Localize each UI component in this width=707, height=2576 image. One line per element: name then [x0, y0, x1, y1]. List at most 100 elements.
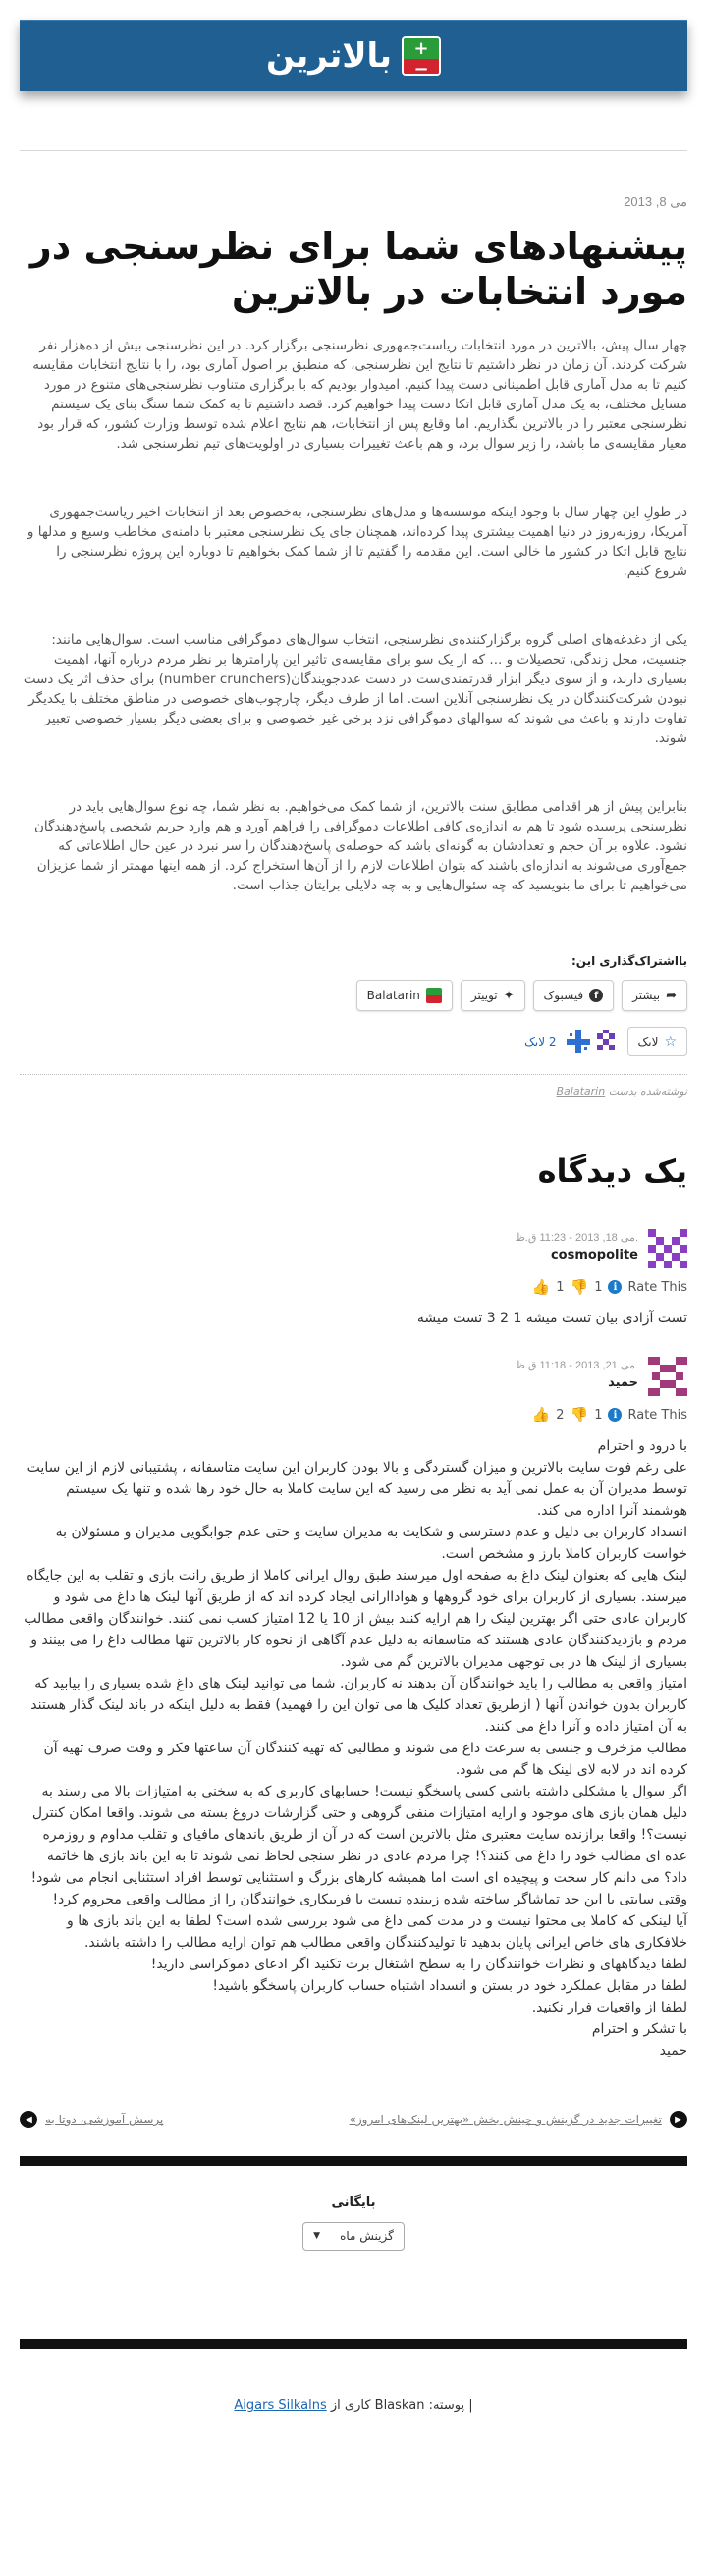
- post-paragraph: چهار سال پیش، بالاترین در مورد انتخابات …: [32, 338, 687, 452]
- comment-line: لینک هایی که بعنوان لینک داغ به صفحه اول…: [24, 1568, 687, 1670]
- comment-line: لطفا در مقابل عملکرد خود در بستن و انسدا…: [212, 1978, 687, 1994]
- page: بالاترین + − می 8, 2013 پیشنهادهای شما ب…: [0, 0, 707, 2442]
- comment-rating: 👍 1 👎 1 i Rate This: [20, 1278, 687, 1296]
- archive-title: بایگانی: [331, 2195, 376, 2210]
- share-twitter-button[interactable]: ✦ توییتر: [460, 980, 525, 1011]
- liker-avatar[interactable]: [566, 1030, 590, 1053]
- comment-line: لطفا دیدگاههای و نظرات خوانندگان را به س…: [150, 1957, 687, 1972]
- arrow-left-icon: ◀: [20, 2111, 37, 2128]
- comment: می 21, 2013 - 11:18 ق.ظ. حمید 👍 2 👎 1 i …: [20, 1357, 687, 2062]
- comment-meta: می 21, 2013 - 11:18 ق.ظ. حمید: [516, 1357, 638, 1390]
- like-button[interactable]: ☆ لایک: [626, 1027, 687, 1056]
- comment-header: می 18, 2013 - 11:23 ق.ظ. cosmopolite: [20, 1229, 687, 1268]
- header-wrap: بالاترین + −: [0, 0, 707, 91]
- archive-select-value: گزینش ماه: [340, 2229, 394, 2243]
- prev-post-link[interactable]: تغییرات جدید در گزینش و چینش بخش «بهترین…: [350, 2113, 662, 2126]
- chevron-down-icon: ▼: [313, 2231, 321, 2241]
- site-logo-icon[interactable]: + −: [402, 36, 442, 76]
- comment-line: تست آزادی بیان تست میشه 1 2 3 تست میشه: [416, 1311, 687, 1326]
- footer-divider: [20, 2339, 687, 2349]
- share-balatarin-button[interactable]: Balatarin: [355, 980, 453, 1011]
- share-more-button[interactable]: ➦ بیشتر: [622, 980, 687, 1011]
- like-count[interactable]: 2 لایک: [524, 1035, 556, 1048]
- post-body: چهار سال پیش، بالاترین در مورد انتخابات …: [20, 336, 687, 895]
- share-balatarin-label: Balatarin: [366, 989, 420, 1002]
- comment-date[interactable]: می 18, 2013 - 11:23 ق.ظ.: [516, 1231, 638, 1244]
- footer-text: | پوسته: Blaskan کاری از: [330, 2398, 473, 2413]
- thumb-up-icon[interactable]: 👍: [532, 1278, 551, 1296]
- comment-body: با درود و احترام علی رغم فوت سایت بالاتر…: [20, 1435, 687, 2062]
- info-icon[interactable]: i: [608, 1408, 623, 1422]
- site-title[interactable]: بالاترین: [266, 36, 392, 76]
- share-buttons: ➦ بیشتر f فیسبوک ✦ توییتر Balatarin: [20, 980, 687, 1011]
- main-content: می 8, 2013 پیشنهادهای شما برای نظرسنجی د…: [0, 194, 707, 2128]
- site-branding[interactable]: بالاترین + −: [266, 36, 442, 76]
- commenter-avatar[interactable]: [648, 1229, 687, 1268]
- liker-avatar[interactable]: [593, 1030, 618, 1053]
- share-more-label: بیشتر: [632, 989, 661, 1002]
- comment-author: cosmopolite: [550, 1248, 638, 1262]
- share-twitter-label: توییتر: [470, 989, 498, 1002]
- archive-month-select[interactable]: گزینش ماه ▼: [302, 2222, 405, 2251]
- comments-title: یک دیدگاه: [537, 1153, 687, 1190]
- like-label: لایک: [637, 1035, 659, 1048]
- theme-author-link[interactable]: Aigars Silkalns: [234, 2398, 326, 2413]
- author-link[interactable]: Balatarin: [557, 1085, 606, 1098]
- comment-line: انسداد کاربران بی دلیل و عدم دسترسی و شک…: [55, 1525, 687, 1562]
- arrow-right-icon: ▶: [670, 2111, 687, 2128]
- balatarin-icon: [425, 988, 442, 1003]
- post-date[interactable]: می 8, 2013: [20, 194, 687, 210]
- post-navigation: ▶ تغییرات جدید در گزینش و چینش بخش «بهتر…: [20, 2111, 687, 2128]
- comment-body: تست آزادی بیان تست میشه 1 2 3 تست میشه: [20, 1308, 687, 1329]
- comment-line: حمید: [659, 2043, 687, 2059]
- comment-meta: می 18, 2013 - 11:23 ق.ظ. cosmopolite: [516, 1229, 638, 1262]
- post-paragraph: یکی از دغدغه‌های اصلی گروه برگزارکننده‌ی…: [23, 632, 687, 746]
- commenter-avatar[interactable]: [648, 1357, 687, 1396]
- share-facebook-button[interactable]: f فیسبوک: [532, 980, 615, 1011]
- rating-up-count: 1: [556, 1279, 565, 1295]
- prev-post[interactable]: ▶ تغییرات جدید در گزینش و چینش بخش «بهتر…: [350, 2111, 687, 2128]
- footer-divider: [20, 2156, 687, 2166]
- facebook-icon: f: [589, 989, 604, 1002]
- divider: [20, 1074, 687, 1075]
- post-title: پیشنهادهای شما برای نظرسنجی در مورد انتخ…: [29, 225, 687, 313]
- header-divider: [20, 150, 687, 151]
- comment-line: آیا لینکی که کاملا بی محتوا نیست و در مد…: [67, 1913, 687, 1951]
- comment-line: امتیاز واقعی به مطالب را باید خوانندگان …: [30, 1676, 687, 1735]
- share-label: بااشتراک‌گذاری این:: [571, 954, 687, 968]
- share-facebook-label: فیسبوک: [543, 989, 584, 1002]
- comment-line: لطفا از واقعیات فرار نکنید.: [531, 2000, 687, 2015]
- rating-up-count: 2: [556, 1407, 565, 1422]
- comment-line: مطالب مزخرف و جنسی به سرعت داغ می شوند و…: [43, 1741, 687, 1778]
- post-paragraph: در طولِ این چهار سال با وجود اینکه موسسه…: [27, 505, 687, 579]
- share-icon: ➦: [666, 988, 677, 1003]
- info-icon[interactable]: i: [608, 1280, 623, 1294]
- posted-by-prefix: نوشته‌شده بدست: [608, 1085, 687, 1098]
- rate-this-label: Rate This: [627, 1407, 687, 1422]
- comment: می 18, 2013 - 11:23 ق.ظ. cosmopolite 👍 1…: [20, 1229, 687, 1329]
- site-header: بالاترین + −: [20, 20, 687, 91]
- thumb-down-icon[interactable]: 👎: [571, 1406, 589, 1423]
- site-footer: | پوسته: Blaskan کاری از Aigars Silkalns: [0, 2398, 707, 2442]
- comment-line: با تشکر و احترام: [591, 2021, 687, 2037]
- next-post[interactable]: پرسش آموزشی، دوتا به ◀: [20, 2111, 163, 2128]
- comment-author: حمید: [608, 1375, 638, 1390]
- archive-widget: بایگانی گزینش ماه ▼: [0, 2195, 707, 2251]
- rating-down-count: 1: [594, 1279, 603, 1295]
- next-post-link[interactable]: پرسش آموزشی، دوتا به: [45, 2113, 163, 2126]
- twitter-icon: ✦: [503, 988, 515, 1003]
- comment-header: می 21, 2013 - 11:18 ق.ظ. حمید: [20, 1357, 687, 1396]
- thumb-down-icon[interactable]: 👎: [571, 1278, 589, 1296]
- logo-plus-icon: +: [404, 38, 440, 59]
- comment-rating: 👍 2 👎 1 i Rate This: [20, 1406, 687, 1423]
- logo-minus-icon: −: [404, 59, 440, 74]
- star-icon: ☆: [664, 1034, 677, 1049]
- rating-down-count: 1: [594, 1407, 603, 1422]
- comment-line: با درود و احترام: [597, 1438, 687, 1454]
- rate-this-label: Rate This: [627, 1279, 687, 1295]
- comment-date[interactable]: می 21, 2013 - 11:18 ق.ظ.: [516, 1359, 638, 1371]
- posted-by: نوشته‌شده بدست Balatarin: [20, 1085, 688, 1098]
- comment-line: اگر سوال یا مشکلی داشته باشی کسی پاسخگو …: [30, 1784, 687, 1907]
- like-row: ☆ لایک 2 لایک: [20, 1027, 687, 1056]
- thumb-up-icon[interactable]: 👍: [532, 1406, 551, 1423]
